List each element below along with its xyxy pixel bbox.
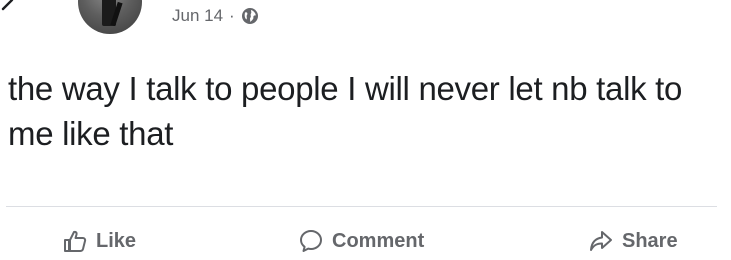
share-icon	[590, 231, 612, 251]
meta-separator: ·	[229, 6, 235, 25]
post-text: the way I talk to people I will never le…	[8, 70, 683, 152]
post-meta: Jun 14 ·	[172, 4, 259, 28]
post-date[interactable]: Jun 14	[172, 6, 223, 26]
post-actions: Like Comment Share	[0, 220, 731, 260]
comment-label: Comment	[332, 229, 425, 252]
action-divider	[6, 206, 717, 207]
share-button[interactable]: Share	[588, 228, 678, 254]
share-label: Share	[622, 229, 678, 252]
globe-icon[interactable]	[241, 7, 259, 25]
avatar[interactable]	[78, 0, 142, 34]
like-button[interactable]: Like	[62, 228, 136, 254]
like-label: Like	[96, 229, 137, 252]
thumbs-up-icon	[64, 230, 87, 252]
back-chevron-icon[interactable]	[0, 0, 14, 14]
comment-button[interactable]: Comment	[298, 228, 424, 254]
comment-icon	[300, 230, 322, 252]
